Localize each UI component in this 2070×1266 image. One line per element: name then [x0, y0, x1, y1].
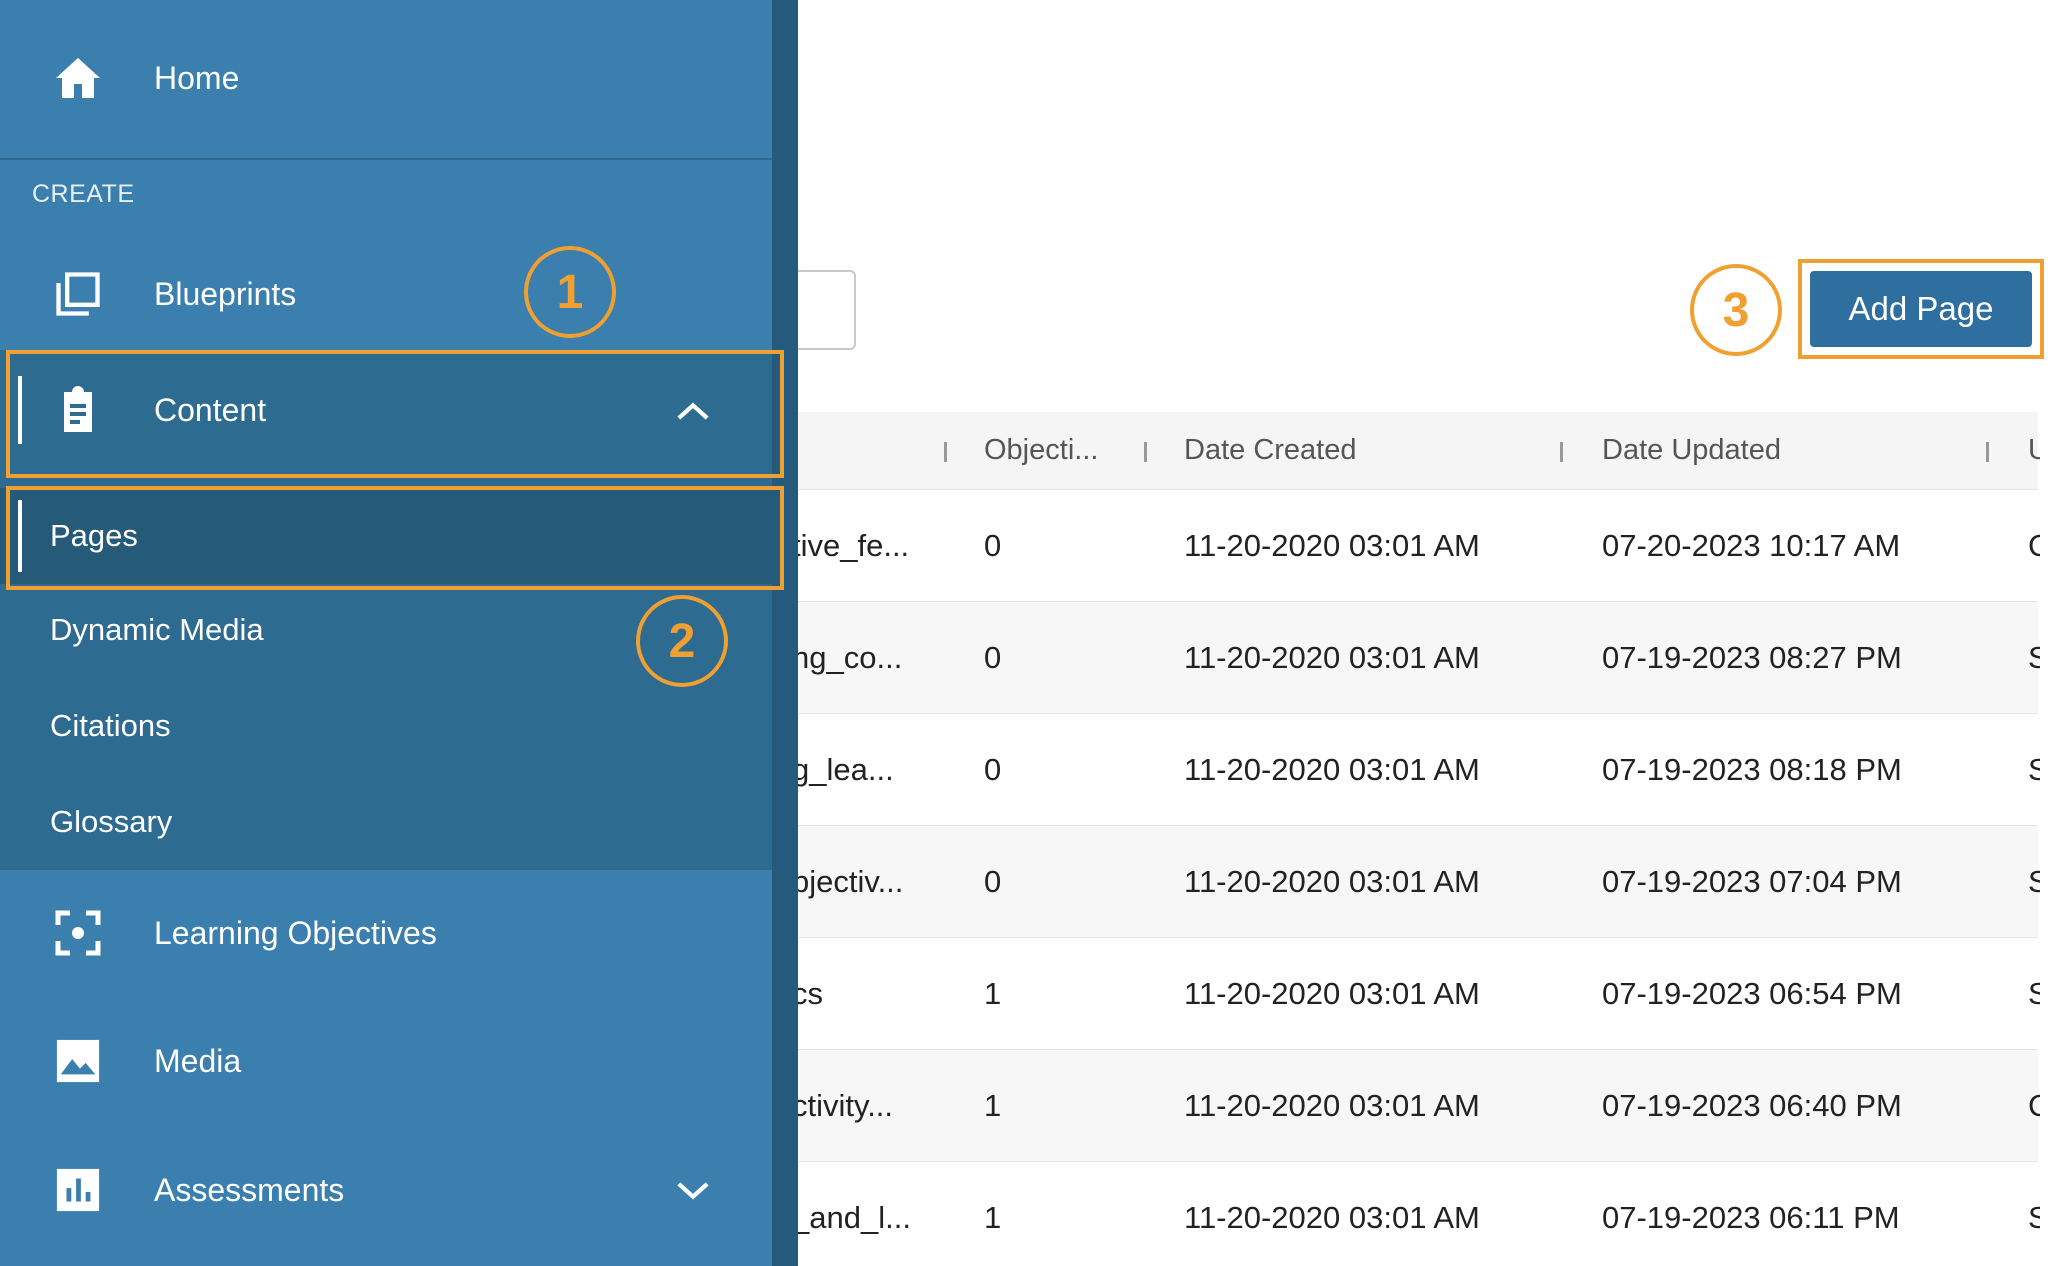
table-row[interactable]: tive_fe... 0 11-20-2020 03:01 AM 07-20-2…: [760, 490, 2040, 602]
table-row[interactable]: ng_co... 0 11-20-2020 03:01 AM 07-19-202…: [760, 602, 2040, 714]
add-page-button[interactable]: Add Page: [1810, 271, 2032, 347]
row-title: bjectiv...: [792, 863, 904, 899]
header-last[interactable]: U: [2028, 434, 2040, 467]
row-objectives: 0: [984, 751, 1002, 787]
row-title: cs: [792, 975, 823, 1011]
sidebar-item-label: Media: [154, 1042, 242, 1079]
row-date-updated: 07-19-2023 06:54 PM: [1602, 975, 1902, 1011]
sidebar-item-assessments[interactable]: Assessments: [0, 1150, 772, 1230]
row-date-created: 11-20-2020 03:01 AM: [1184, 863, 1480, 899]
row-objectives: 1: [984, 975, 1002, 1011]
row-title: tive_fe...: [792, 527, 910, 563]
sidebar-item-media[interactable]: Media: [0, 1021, 772, 1101]
row-date-created: 11-20-2020 03:01 AM: [1184, 639, 1480, 675]
sidebar-item-label: Learning Objectives: [154, 914, 437, 951]
sidebar-subitem-glossary[interactable]: Glossary: [0, 774, 772, 870]
column-separator[interactable]: [1144, 442, 1147, 462]
content-highlight: [6, 350, 784, 478]
row-objectives: 1: [984, 1199, 1002, 1235]
table-row[interactable]: ctivity... 1 11-20-2020 03:01 AM 07-19-2…: [760, 1050, 2040, 1162]
sidebar-subitem-citations[interactable]: Citations: [0, 678, 772, 774]
image-icon: [52, 1035, 104, 1087]
sidebar-item-label: Blueprints: [154, 275, 297, 312]
chevron-down-icon[interactable]: [676, 1172, 710, 1209]
divider: [0, 158, 772, 160]
row-title: _and_l...: [792, 1199, 911, 1235]
row-title: ctivity...: [792, 1087, 894, 1123]
home-icon: [52, 52, 104, 104]
row-date-updated: 07-19-2023 06:11 PM: [1602, 1199, 1900, 1235]
header-date-created[interactable]: Date Created: [1184, 434, 1584, 467]
row-date-created: 11-20-2020 03:01 AM: [1184, 751, 1480, 787]
sidebar-item-label: Citations: [50, 708, 171, 743]
sidebar-item-label: Home: [154, 59, 240, 96]
sidebar-item-label: Assessments: [154, 1171, 345, 1208]
header-objectives[interactable]: Objecti...: [984, 434, 1144, 467]
row-last: C: [2028, 1087, 2040, 1123]
row-date-created: 11-20-2020 03:01 AM: [1184, 1199, 1480, 1235]
column-separator[interactable]: [1986, 442, 1989, 462]
row-objectives: 0: [984, 527, 1002, 563]
row-date-created: 11-20-2020 03:01 AM: [1184, 975, 1480, 1011]
row-date-updated: 07-19-2023 08:27 PM: [1602, 639, 1902, 675]
row-title: g_lea...: [792, 751, 894, 787]
pages-highlight: [6, 486, 784, 590]
row-last: C: [2028, 527, 2040, 563]
row-date-created: 11-20-2020 03:01 AM: [1184, 527, 1480, 563]
row-date-updated: 07-19-2023 07:04 PM: [1602, 863, 1902, 899]
row-objectives: 1: [984, 1087, 1002, 1123]
column-separator[interactable]: [944, 442, 947, 462]
callout-2: 2: [636, 595, 728, 687]
add-page-highlight: Add Page: [1798, 259, 2044, 359]
row-objectives: 0: [984, 639, 1002, 675]
sidebar-item-learning-objectives[interactable]: Learning Objectives: [0, 893, 772, 973]
table-row[interactable]: _and_l... 1 11-20-2020 03:01 AM 07-19-20…: [760, 1162, 2040, 1266]
table-row[interactable]: g_lea... 0 11-20-2020 03:01 AM 07-19-202…: [760, 714, 2040, 826]
pages-table: Objecti... Date Created Date Updated U t…: [760, 412, 2040, 1266]
row-date-updated: 07-20-2023 10:17 AM: [1602, 527, 1901, 563]
row-date-updated: 07-19-2023 06:40 PM: [1602, 1087, 1902, 1123]
header-date-updated[interactable]: Date Updated: [1602, 434, 2002, 467]
sidebar-item-label: Dynamic Media: [50, 612, 264, 647]
row-last: S: [2028, 863, 2040, 899]
callout-3: 3: [1690, 264, 1782, 356]
row-last: S: [2028, 975, 2040, 1011]
sidebar-edge: [772, 0, 798, 1266]
app-page: Add Page 3 Objecti... Date Created Date …: [0, 0, 2070, 1266]
bar-chart-icon: [52, 1164, 104, 1216]
sidebar-item-label: Glossary: [50, 804, 173, 839]
table-header: Objecti... Date Created Date Updated U: [760, 412, 2040, 490]
row-date-updated: 07-19-2023 08:18 PM: [1602, 751, 1902, 787]
row-last: S: [2028, 751, 2040, 787]
row-title: ng_co...: [792, 639, 903, 675]
sidebar-item-home[interactable]: Home: [0, 38, 772, 118]
row-date-created: 11-20-2020 03:01 AM: [1184, 1087, 1480, 1123]
blueprints-icon: [52, 268, 104, 320]
row-objectives: 0: [984, 863, 1002, 899]
row-last: S: [2028, 1199, 2040, 1235]
callout-1: 1: [524, 246, 616, 338]
row-last: S: [2028, 639, 2040, 675]
focus-icon: [52, 907, 104, 959]
column-separator[interactable]: [1560, 442, 1563, 462]
table-row[interactable]: cs 1 11-20-2020 03:01 AM 07-19-2023 06:5…: [760, 938, 2040, 1050]
sidebar-item-blueprints[interactable]: Blueprints: [0, 254, 772, 334]
section-label-create: CREATE: [32, 180, 135, 208]
table-row[interactable]: bjectiv... 0 11-20-2020 03:01 AM 07-19-2…: [760, 826, 2040, 938]
